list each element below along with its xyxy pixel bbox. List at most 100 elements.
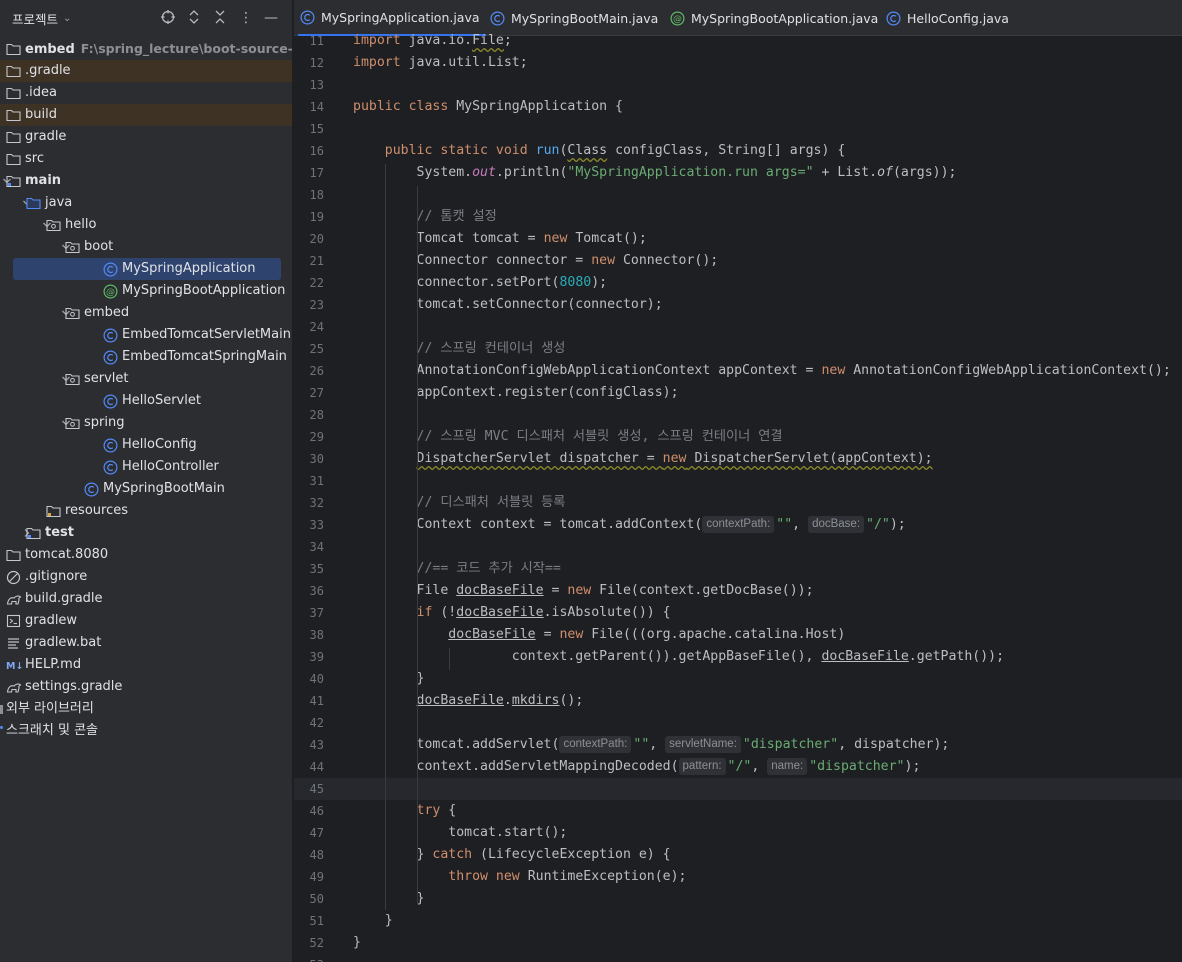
code-line[interactable]: 44 context.addServletMappingDecoded(patt… xyxy=(294,756,1182,778)
code-line[interactable]: 26 AnnotationConfigWebApplicationContext… xyxy=(294,360,1182,382)
minimize-icon[interactable]: — xyxy=(262,9,280,27)
tree-item[interactable]: boot xyxy=(0,236,292,258)
code-line[interactable]: 30 DispatcherServlet dispatcher = new Di… xyxy=(294,448,1182,470)
tree-item[interactable]: 스크래치 및 콘솔 xyxy=(0,720,292,742)
code-line[interactable]: 37 if (!docBaseFile.isAbsolute()) { xyxy=(294,602,1182,624)
expand-all-icon[interactable] xyxy=(185,9,203,27)
code-line[interactable]: 49 throw new RuntimeException(e); xyxy=(294,866,1182,888)
code-token: .println( xyxy=(495,165,568,180)
code-line[interactable]: 35 //== 코드 추가 시작== xyxy=(294,558,1182,580)
code-text: try { xyxy=(353,800,457,822)
tree-item[interactable]: HelloController xyxy=(0,456,292,478)
code-line[interactable]: 13 xyxy=(294,74,1182,96)
module-folder-icon xyxy=(6,42,21,56)
code-line[interactable]: 48 } catch (LifecycleException e) { xyxy=(294,844,1182,866)
tree-item[interactable]: main xyxy=(0,170,292,192)
tree-item[interactable]: build xyxy=(0,104,292,126)
code-line[interactable]: 25 // 스프링 컨테이너 생성 xyxy=(294,338,1182,360)
tree-item[interactable]: EmbedTomcatServletMain xyxy=(0,324,292,346)
tree-item[interactable]: EmbedTomcatSpringMain xyxy=(0,346,292,368)
code-token: import xyxy=(353,55,401,70)
code-line[interactable]: 31 xyxy=(294,470,1182,492)
tree-item[interactable]: gradlew.bat xyxy=(0,632,292,654)
code-line[interactable]: 28 xyxy=(294,404,1182,426)
tree-item[interactable]: .gradle xyxy=(0,60,292,82)
tree-item[interactable]: gradle xyxy=(0,126,292,148)
tree-item[interactable]: embed xyxy=(0,302,292,324)
code-line[interactable]: 20 Tomcat tomcat = new Tomcat(); xyxy=(294,228,1182,250)
code-line[interactable]: 21 Connector connector = new Connector()… xyxy=(294,250,1182,272)
code-line[interactable]: 36 File docBaseFile = new File(context.g… xyxy=(294,580,1182,602)
tree-item[interactable]: 외부 라이브러리 xyxy=(0,698,292,720)
chevron-down-icon[interactable]: ⌄ xyxy=(63,13,71,24)
code-line[interactable]: 17 System.out.println("MySpringApplicati… xyxy=(294,162,1182,184)
tree-item[interactable]: src xyxy=(0,148,292,170)
line-number: 46 xyxy=(309,804,324,818)
code-line[interactable]: 40 } xyxy=(294,668,1182,690)
more-options-icon[interactable]: ⋮ xyxy=(237,9,255,27)
tree-item[interactable]: MySpringBootMain xyxy=(0,478,292,500)
code-line[interactable]: 18 xyxy=(294,184,1182,206)
line-number: 52 xyxy=(309,936,324,950)
text-file-icon xyxy=(6,636,21,650)
tree-item[interactable]: @ MySpringBootApplication xyxy=(0,280,292,302)
tree-item[interactable]: embedF:\spring_lecture\boot-source-20230… xyxy=(0,38,292,60)
tree-item-label: hello xyxy=(65,217,97,232)
code-line[interactable]: 42 xyxy=(294,712,1182,734)
code-line[interactable]: 52} xyxy=(294,932,1182,954)
tree-item[interactable]: settings.gradle xyxy=(0,676,292,698)
tree-item[interactable]: HelloServlet xyxy=(0,390,292,412)
code-line[interactable]: 51 } xyxy=(294,910,1182,932)
code-line[interactable]: 29 // 스프링 MVC 디스패처 서블릿 생성, 스프링 컨테이너 연결 xyxy=(294,426,1182,448)
code-line[interactable]: 12 import java.util.List; xyxy=(294,52,1182,74)
project-view-selector[interactable]: 프로젝트 xyxy=(12,9,58,28)
code-line[interactable]: 16 public static void run(Class configCl… xyxy=(294,140,1182,162)
code-line[interactable]: 41 docBaseFile.mkdirs(); xyxy=(294,690,1182,712)
line-number: 26 xyxy=(309,364,324,378)
code-line[interactable]: 19 // 톰캣 설정 xyxy=(294,206,1182,228)
tree-item[interactable]: HelloConfig xyxy=(0,434,292,456)
code-line[interactable]: 45 xyxy=(294,778,1182,800)
target-icon[interactable] xyxy=(159,9,177,27)
tree-item[interactable]: gradlew xyxy=(0,610,292,632)
tree-item[interactable]: resources xyxy=(0,500,292,522)
code-line[interactable]: 47 tomcat.start(); xyxy=(294,822,1182,844)
code-line[interactable]: 14 public class MySpringApplication { xyxy=(294,96,1182,118)
tree-item[interactable]: .idea xyxy=(0,82,292,104)
collapse-all-icon[interactable] xyxy=(211,9,229,27)
code-line[interactable]: 43 tomcat.addServlet(contextPath: "", ser… xyxy=(294,734,1182,756)
code-line[interactable]: 39 context.getParent()).getAppBaseFile()… xyxy=(294,646,1182,668)
code-line[interactable]: 38 docBaseFile = new File(((org.apache.c… xyxy=(294,624,1182,646)
parameter-hint: contextPath: xyxy=(559,736,632,753)
code-area[interactable]: 11 import java.io.File; 12 import java.util… xyxy=(294,30,1182,962)
code-line[interactable]: 22 connector.setPort(8080); xyxy=(294,272,1182,294)
tree-item[interactable]: M↓ HELP.md xyxy=(0,654,292,676)
tree-item-label: java xyxy=(45,195,73,210)
code-line[interactable]: 34 xyxy=(294,536,1182,558)
class-icon xyxy=(103,460,118,475)
code-line[interactable]: 46 try { xyxy=(294,800,1182,822)
code-line[interactable]: 23 tomcat.setConnector(connector); xyxy=(294,294,1182,316)
tree-item[interactable]: hello xyxy=(0,214,292,236)
code-line[interactable]: 53 xyxy=(294,954,1182,962)
tree-item[interactable]: tomcat.8080 xyxy=(0,544,292,566)
code-line[interactable]: 50 } xyxy=(294,888,1182,910)
tree-item[interactable]: test xyxy=(0,522,292,544)
tree-item[interactable]: MySpringApplication xyxy=(13,258,281,280)
code-line[interactable]: 11 import java.io.File; xyxy=(294,30,1182,52)
code-line[interactable]: 24 xyxy=(294,316,1182,338)
code-token: docBaseFile xyxy=(448,627,536,642)
tree-item[interactable]: spring xyxy=(0,412,292,434)
tree-item[interactable]: servlet xyxy=(0,368,292,390)
code-token: Class xyxy=(567,143,608,158)
tree-item-label: servlet xyxy=(84,371,129,386)
tree-item[interactable]: java xyxy=(0,192,292,214)
line-number: 38 xyxy=(309,628,324,642)
code-line[interactable]: 15 xyxy=(294,118,1182,140)
code-line[interactable]: 32 // 디스패처 서블릿 등록 xyxy=(294,492,1182,514)
tree-item[interactable]: build.gradle xyxy=(0,588,292,610)
code-text: throw new RuntimeException(e); xyxy=(353,866,686,888)
code-line[interactable]: 27 appContext.register(configClass); xyxy=(294,382,1182,404)
code-line[interactable]: 33 Context context = tomcat.addContext(c… xyxy=(294,514,1182,536)
tree-item[interactable]: .gitignore xyxy=(0,566,292,588)
